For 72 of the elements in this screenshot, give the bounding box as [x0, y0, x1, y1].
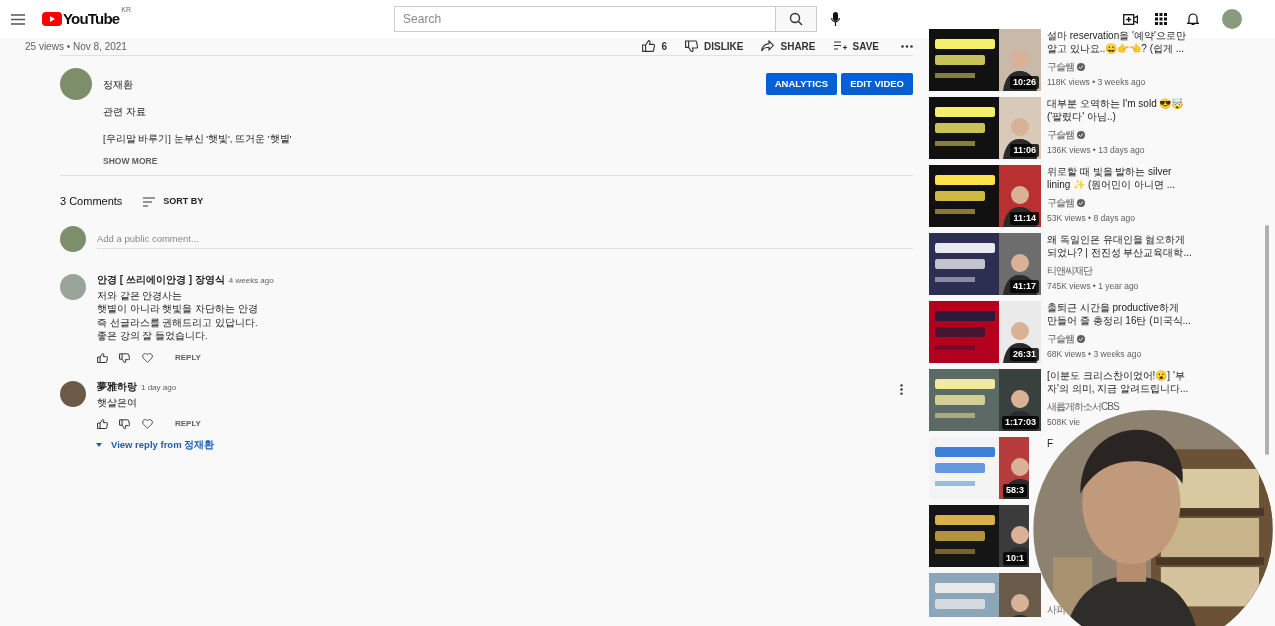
description-text: [우리말 바루기] 눈부신 '햇빛', 뜨거운 '햇볕': [103, 132, 293, 147]
comment-time[interactable]: 4 weeks ago: [228, 274, 274, 287]
channel-name[interactable]: 정재환: [103, 77, 133, 95]
channel-action-button[interactable]: EDIT VIDEO: [841, 73, 913, 95]
show-more-link[interactable]: SHOW MORE: [103, 154, 158, 168]
video-title[interactable]: 위로할 때 빛을 발하는 silver lining ✨ (원어민이 아니면 ...: [1047, 165, 1176, 191]
comment-text: 햇살은여: [97, 395, 138, 410]
create-video-icon[interactable]: [1123, 13, 1139, 25]
video-title[interactable]: 대부분 오역하는 I'm sold 😎🤯 ('팔렸다' 아님..): [1047, 97, 1184, 123]
comment-input[interactable]: Add a public comment...: [97, 228, 913, 249]
description-text: 관련 자료: [103, 105, 147, 119]
video-meta: 136K views • 13 days ago: [1047, 144, 1146, 157]
scrollbar[interactable]: [1265, 225, 1269, 455]
channel-name[interactable]: 구슬쌤: [1047, 331, 1074, 346]
add-to-list-icon: [833, 40, 847, 52]
share-button[interactable]: SHARE: [761, 38, 816, 54]
notifications-bell-icon[interactable]: [1187, 12, 1200, 26]
search-icon: [789, 12, 804, 26]
reply-button[interactable]: REPLY: [175, 351, 201, 364]
account-avatar[interactable]: [1222, 9, 1243, 29]
caret-down-icon: [96, 443, 102, 448]
user-avatar: [60, 225, 86, 252]
search-button[interactable]: [776, 6, 818, 32]
channel-name[interactable]: 새롭게하소서CBS: [1047, 399, 1119, 414]
channel-name[interactable]: 사피: [1047, 602, 1065, 617]
save-button[interactable]: SAVE: [833, 38, 879, 54]
channel-name[interactable]: 구슬쌤: [1047, 59, 1074, 74]
video-meta: 118K views • 3 weeks ago: [1047, 76, 1147, 89]
video-meta: 745K views • 1 year ago: [1047, 280, 1140, 293]
channel-name[interactable]: 티앤씨재단: [1047, 263, 1092, 278]
heart-icon[interactable]: [142, 352, 153, 363]
video-meta: 68K views • 3 weeks ago: [1047, 348, 1143, 361]
video-stats: 25 views • Nov 8, 2021: [25, 39, 127, 54]
thumbs-up-icon[interactable]: [97, 419, 108, 430]
commenter-avatar[interactable]: [60, 380, 86, 407]
thumbs-down-icon[interactable]: [119, 352, 130, 363]
reply-button[interactable]: REPLY: [175, 418, 201, 431]
more-options-icon[interactable]: [901, 44, 913, 48]
comment-time[interactable]: 1 day ago: [141, 381, 177, 394]
channel-action-button[interactable]: ANALYTICS: [765, 73, 838, 95]
channel-name[interactable]: 구슬쌤: [1047, 195, 1074, 210]
sort-by-button[interactable]: SORT BY: [143, 194, 204, 209]
menu-icon[interactable]: [11, 13, 25, 25]
video-title[interactable]: F: [1047, 437, 1054, 450]
kebab-menu-icon[interactable]: [900, 383, 903, 395]
search-field[interactable]: Search: [394, 6, 777, 32]
channel-name[interactable]: 구슬쌤: [1047, 127, 1074, 142]
comment-author[interactable]: 夢雅하랑: [97, 378, 137, 394]
video-meta: 53K views • 8 days ago: [1047, 212, 1137, 225]
thumbs-up-icon: [642, 40, 656, 52]
comment-author[interactable]: 안경 [ 쓰리에이안경 ] 장영식: [97, 271, 225, 287]
microphone-icon[interactable]: [831, 12, 841, 26]
share-arrow-icon: [761, 40, 775, 52]
view-reply-link[interactable]: View reply from 정재환: [96, 438, 215, 453]
thumbs-down-icon: [685, 40, 699, 52]
logo-text[interactable]: YouTube: [63, 11, 120, 27]
thumbs-up-icon[interactable]: [97, 352, 108, 363]
heart-icon[interactable]: [142, 419, 153, 430]
video-title[interactable]: 왜 독일인은 유대인을 혐오하게 되었나? | 전진성 부산교육대학...: [1047, 233, 1192, 259]
dislike-button[interactable]: DISLIKE: [685, 38, 744, 54]
channel-avatar[interactable]: [60, 68, 92, 100]
comment-text: 저와 같은 안경사는 햇볕이 아니라 햇빛을 차단하는 안경 즉 선글라스를 권해드리고 있답니다. 좋은 강의 잘 들었습니다.: [97, 288, 259, 343]
video-title[interactable]: [이분도 크리스찬이었어!😮] '부 자'의 의미, 지금 알려드립니다...: [1047, 369, 1189, 395]
comment-count: 3 Comments: [60, 194, 123, 210]
play-logo-icon: [42, 12, 62, 26]
video-meta: 508K vie: [1047, 416, 1082, 429]
thumbs-down-icon[interactable]: [119, 419, 130, 430]
like-button[interactable]: 6: [642, 38, 668, 54]
video-title[interactable]: 출퇴근 시간을 productive하게 만들어 줄 총정리 16탄 (미국식...: [1047, 301, 1191, 327]
apps-grid-icon[interactable]: [1155, 13, 1168, 25]
video-title[interactable]: 설마 reservation을 '예약'으로만 알고 있나요..😀👉👈? (쉽게 ...: [1047, 29, 1186, 55]
sort-icon: [143, 196, 156, 207]
